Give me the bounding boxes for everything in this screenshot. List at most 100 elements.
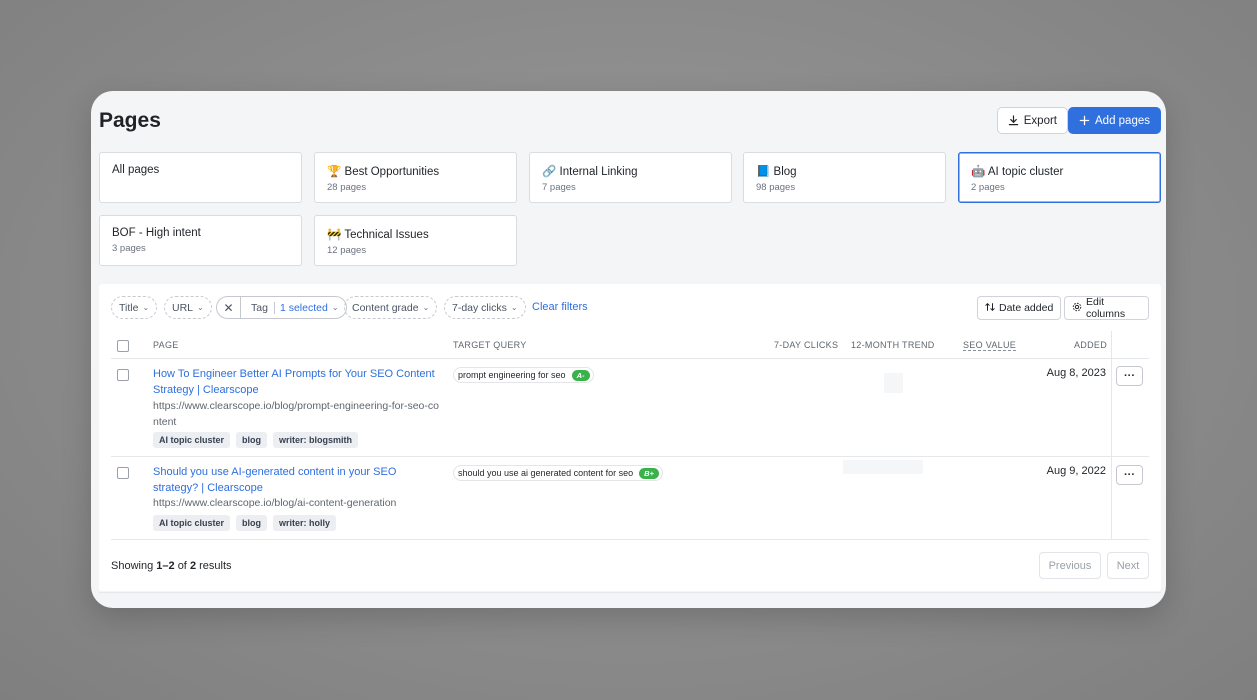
page-title-link[interactable]: How To Engineer Better AI Prompts for Yo… bbox=[153, 366, 441, 398]
gear-icon bbox=[1072, 302, 1082, 315]
view-count: 98 pages bbox=[756, 182, 796, 193]
view-card-ai-topic-cluster[interactable]: 🤖 AI topic cluster 2 pages bbox=[958, 152, 1161, 203]
date-added: Aug 8, 2023 bbox=[1046, 367, 1106, 379]
view-name: All pages bbox=[112, 164, 160, 176]
view-count: 7 pages bbox=[542, 182, 576, 193]
column-7-day-clicks[interactable]: 7-DAY CLICKS bbox=[774, 340, 838, 350]
construction-icon: 🚧 bbox=[327, 229, 342, 241]
view-name: Best Opportunities bbox=[344, 166, 440, 178]
column-page[interactable]: PAGE bbox=[153, 340, 179, 350]
tag: writer: holly bbox=[273, 515, 337, 531]
pages-table-panel: Title ⌄ URL ⌄ ✕ Tag 1 selected ⌄ Content g… bbox=[99, 284, 1161, 591]
previous-button[interactable]: Previous bbox=[1039, 552, 1101, 579]
page-title-link[interactable]: Should you use AI-generated content in y… bbox=[153, 464, 441, 496]
filter-content-grade[interactable]: Content grade ⌄ bbox=[344, 296, 438, 319]
showing-prefix: Showing bbox=[111, 560, 154, 572]
tag: writer: blogsmith bbox=[273, 432, 359, 448]
chevron-down-icon: ⌄ bbox=[142, 303, 150, 312]
view-count: 3 pages bbox=[112, 243, 146, 254]
query-text: should you use ai generated content for … bbox=[458, 468, 634, 478]
edit-columns-button[interactable]: Edit columns bbox=[1064, 296, 1149, 320]
column-seo-value[interactable]: SEO VALUE bbox=[963, 340, 1017, 351]
column-added[interactable]: ADDED bbox=[1074, 340, 1107, 350]
table-header: PAGE TARGET QUERY 7-DAY CLICKS 12-MONTH … bbox=[111, 331, 1149, 359]
tag: blog bbox=[236, 515, 268, 531]
showing-of: of bbox=[177, 560, 187, 572]
filter-content-grade-label: Content grade bbox=[352, 301, 419, 314]
select-all-checkbox[interactable] bbox=[117, 340, 129, 352]
view-card-technical-issues[interactable]: 🚧 Technical Issues 12 pages bbox=[314, 215, 517, 266]
tag: AI topic cluster bbox=[153, 515, 231, 531]
divider bbox=[99, 592, 1161, 593]
trend-sparkline bbox=[884, 373, 903, 393]
row-checkbox[interactable] bbox=[117, 467, 129, 479]
app-window: Pages Export Add pages All pages 🏆 Best … bbox=[91, 91, 1166, 608]
page-url: https://www.clearscope.io/blog/prompt-en… bbox=[153, 400, 439, 428]
view-count: 28 pages bbox=[327, 182, 367, 193]
download-icon bbox=[1008, 115, 1019, 126]
table-row[interactable]: Should you use AI-generated content in y… bbox=[111, 457, 1149, 540]
view-card-best-opportunities[interactable]: 🏆 Best Opportunities 28 pages bbox=[314, 152, 517, 203]
next-button[interactable]: Next bbox=[1107, 552, 1149, 579]
row-checkbox[interactable] bbox=[117, 369, 129, 381]
view-name: AI topic cluster bbox=[987, 166, 1064, 178]
robot-icon: 🤖 bbox=[971, 166, 986, 178]
view-name: Technical Issues bbox=[344, 229, 429, 241]
results-range: 1–2 bbox=[156, 560, 175, 572]
close-icon[interactable]: ✕ bbox=[217, 297, 241, 318]
view-count: 2 pages bbox=[971, 182, 1005, 193]
row-more-button[interactable]: ··· bbox=[1116, 465, 1143, 485]
table-row[interactable]: How To Engineer Better AI Prompts for Yo… bbox=[111, 359, 1149, 457]
sort-label: Date added bbox=[999, 302, 1054, 314]
view-card-all-pages[interactable]: All pages bbox=[99, 152, 302, 203]
clear-filters-link[interactable]: Clear filters bbox=[532, 301, 588, 313]
view-count: 12 pages bbox=[327, 245, 367, 256]
view-card-bof-high-intent[interactable]: BOF - High intent 3 pages bbox=[99, 215, 302, 266]
target-query[interactable]: should you use ai generated content for … bbox=[453, 465, 663, 481]
results-summary: Showing 1–2 of 2 results bbox=[111, 560, 232, 572]
plus-icon bbox=[1079, 115, 1090, 126]
view-name: BOF - High intent bbox=[112, 227, 201, 239]
chevron-down-icon: ⌄ bbox=[331, 303, 339, 312]
showing-suffix: results bbox=[199, 560, 232, 572]
filter-bar: Title ⌄ URL ⌄ ✕ Tag 1 selected ⌄ Content g… bbox=[111, 296, 1149, 320]
add-pages-label: Add pages bbox=[1095, 114, 1150, 127]
sort-icon bbox=[985, 302, 995, 315]
filter-7-day-clicks[interactable]: 7-day clicks ⌄ bbox=[444, 296, 526, 319]
sort-date-added-button[interactable]: Date added bbox=[977, 296, 1062, 320]
filter-tag-label: Tag bbox=[251, 301, 268, 314]
trophy-icon: 🏆 bbox=[327, 166, 342, 178]
view-card-blog[interactable]: 📘 Blog 98 pages bbox=[743, 152, 946, 203]
edit-columns-label: Edit columns bbox=[1086, 296, 1126, 320]
filter-url[interactable]: URL ⌄ bbox=[164, 296, 212, 319]
chevron-down-icon: ⌄ bbox=[510, 303, 518, 312]
filter-title-label: Title bbox=[119, 301, 139, 314]
page-title: Pages bbox=[99, 109, 161, 132]
export-label: Export bbox=[1023, 114, 1057, 127]
filter-url-label: URL bbox=[172, 301, 194, 314]
trend-sparkline bbox=[843, 460, 923, 474]
book-icon: 📘 bbox=[756, 166, 771, 178]
filter-title[interactable]: Title ⌄ bbox=[111, 296, 158, 319]
results-total: 2 bbox=[189, 560, 197, 572]
query-text: prompt engineering for seo bbox=[458, 370, 566, 380]
tag-list: AI topic cluster blog writer: blogsmith bbox=[153, 432, 359, 448]
link-icon: 🔗 bbox=[542, 166, 557, 178]
pagination-footer: Showing 1–2 of 2 results Previous Next bbox=[111, 552, 1149, 580]
filter-tag[interactable]: ✕ Tag 1 selected ⌄ bbox=[216, 296, 347, 319]
column-12-month-trend[interactable]: 12-MONTH TREND bbox=[851, 340, 935, 350]
export-button[interactable]: Export bbox=[996, 107, 1068, 134]
view-name: Internal Linking bbox=[559, 166, 638, 178]
tag: blog bbox=[236, 432, 268, 448]
row-more-button[interactable]: ··· bbox=[1116, 366, 1143, 386]
tag: AI topic cluster bbox=[153, 432, 231, 448]
chevron-down-icon: ⌄ bbox=[197, 303, 204, 312]
tag-list: AI topic cluster blog writer: holly bbox=[153, 515, 337, 531]
content-grade-badge: A- bbox=[571, 369, 590, 381]
add-pages-button[interactable]: Add pages bbox=[1068, 107, 1161, 134]
column-target-query[interactable]: TARGET QUERY bbox=[453, 340, 527, 350]
content-grade-badge: B+ bbox=[639, 467, 659, 479]
target-query[interactable]: prompt engineering for seo A- bbox=[453, 367, 594, 383]
view-card-internal-linking[interactable]: 🔗 Internal Linking 7 pages bbox=[529, 152, 732, 203]
date-added: Aug 9, 2022 bbox=[1046, 465, 1106, 477]
